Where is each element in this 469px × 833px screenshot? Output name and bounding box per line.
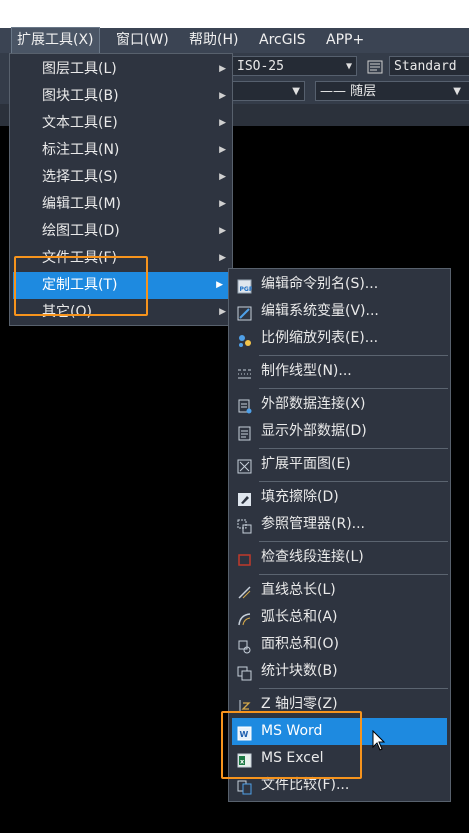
- submenu-arrow-icon: ▶: [219, 199, 226, 209]
- submenu-arrow-icon: ▶: [219, 118, 226, 128]
- submenu-arrow-icon: ▶: [219, 145, 226, 155]
- annotation-highlight-custom-tools: [14, 256, 148, 316]
- fill-erase-icon: [237, 490, 252, 506]
- pgp-file-icon: PGP: [237, 277, 254, 294]
- chevron-down-icon[interactable]: ▼: [346, 57, 352, 77]
- sysvar-icon: [237, 304, 252, 321]
- textstyle-icon[interactable]: [367, 59, 383, 74]
- chevron-down-icon[interactable]: ▼: [292, 82, 300, 102]
- chevron-down-icon[interactable]: ▼: [453, 82, 461, 102]
- textstyle-combo[interactable]: Standard: [389, 56, 469, 76]
- menu-app-plus[interactable]: APP+: [321, 28, 369, 53]
- menu-item-draw-tools[interactable]: 绘图工具(D) ▶: [10, 218, 232, 245]
- submenu-arrow-icon: ▶: [219, 172, 226, 182]
- menu-item-show-external-data[interactable]: 显示外部数据(D): [229, 418, 450, 445]
- menu-separator: [259, 481, 448, 482]
- menu-separator: [259, 448, 448, 449]
- menu-item-block-tools[interactable]: 图块工具(B) ▶: [10, 83, 232, 110]
- menu-arcgis[interactable]: ArcGIS: [254, 28, 311, 53]
- xref-manager-icon: [237, 517, 252, 534]
- menu-item-check-line-connect[interactable]: 检查线段连接(L): [229, 544, 450, 571]
- data-view-icon: [237, 424, 252, 441]
- arc-length-icon: [237, 610, 252, 626]
- menu-item-area-sum[interactable]: 面积总和(O): [229, 631, 450, 658]
- menu-item-count-blocks[interactable]: 统计块数(B): [229, 658, 450, 685]
- dimstyle-combo[interactable]: ISO-25 ▼: [232, 56, 357, 76]
- menu-extension-tools[interactable]: 扩展工具(X): [11, 27, 100, 54]
- menu-help[interactable]: 帮助(H): [184, 28, 243, 53]
- linetype-icon: [237, 364, 252, 379]
- submenu-arrow-icon: ▶: [219, 253, 226, 263]
- textstyle-value: Standard: [394, 59, 457, 74]
- menu-item-external-data-link[interactable]: 外部数据连接(X): [229, 391, 450, 418]
- menu-separator: [259, 355, 448, 356]
- linetype-combo[interactable]: —— 随层 ▼: [315, 81, 469, 101]
- z-zero-icon: [237, 697, 252, 713]
- menu-item-arc-total-length[interactable]: 弧长总和(A): [229, 604, 450, 631]
- scale-list-icon: [237, 331, 252, 347]
- menu-item-make-linetype[interactable]: 制作线型(N)...: [229, 358, 450, 385]
- menu-separator: [259, 541, 448, 542]
- menu-item-layer-tools[interactable]: 图层工具(L) ▶: [10, 56, 232, 83]
- menu-item-edit-sysvar[interactable]: 编辑系统变量(V)...: [229, 298, 450, 325]
- area-sum-icon: [237, 637, 252, 654]
- check-line-icon: [237, 550, 252, 566]
- block-count-icon: [237, 664, 252, 681]
- submenu-arrow-icon: ▶: [216, 280, 223, 290]
- data-link-icon: [237, 397, 252, 414]
- menu-bar: 扩展工具(X) 窗口(W) 帮助(H) ArcGIS APP+: [0, 27, 469, 54]
- menu-item-text-tools[interactable]: 文本工具(E) ▶: [10, 110, 232, 137]
- menu-separator: [259, 688, 448, 689]
- menu-item-fill-erase[interactable]: 填充擦除(D): [229, 484, 450, 511]
- svg-text:PGP: PGP: [240, 286, 253, 293]
- file-compare-icon: [237, 778, 252, 795]
- submenu-arrow-icon: ▶: [219, 307, 226, 317]
- line-length-icon: [237, 583, 252, 599]
- linetype-value: —— 随层: [320, 84, 377, 99]
- menu-separator: [259, 574, 448, 575]
- submenu-arrow-icon: ▶: [219, 64, 226, 74]
- menu-separator: [259, 388, 448, 389]
- plan-icon: [237, 457, 252, 474]
- menu-item-select-tools[interactable]: 选择工具(S) ▶: [10, 164, 232, 191]
- menu-item-line-total-length[interactable]: 直线总长(L): [229, 577, 450, 604]
- menu-item-edit-command-alias[interactable]: PGP 编辑命令别名(S)...: [229, 271, 450, 298]
- menu-item-edit-tools[interactable]: 编辑工具(M) ▶: [10, 191, 232, 218]
- menu-item-extend-plan[interactable]: 扩展平面图(E): [229, 451, 450, 478]
- menu-item-dimension-tools[interactable]: 标注工具(N) ▶: [10, 137, 232, 164]
- mouse-pointer-icon: [372, 729, 386, 756]
- menu-item-scale-list[interactable]: 比例缩放列表(E)...: [229, 325, 450, 352]
- annotation-highlight-ms-office: [221, 711, 362, 779]
- menu-window[interactable]: 窗口(W): [111, 28, 174, 53]
- dimstyle-value: ISO-25: [237, 59, 284, 74]
- layer-color-combo[interactable]: ▼: [232, 81, 305, 101]
- submenu-arrow-icon: ▶: [219, 226, 226, 236]
- menu-item-xref-manager[interactable]: 参照管理器(R)...: [229, 511, 450, 538]
- submenu-arrow-icon: ▶: [219, 91, 226, 101]
- title-area: [0, 0, 469, 28]
